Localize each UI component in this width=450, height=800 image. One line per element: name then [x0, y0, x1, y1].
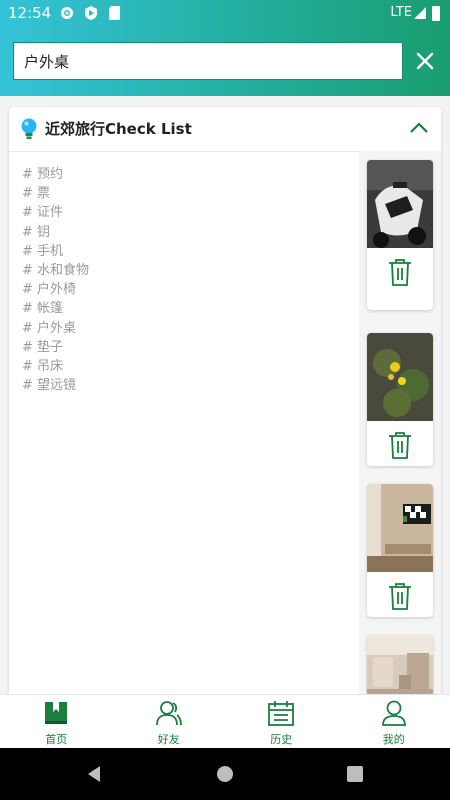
tab-label-friends: 好友 [157, 733, 180, 746]
tab-home[interactable]: 首页 [0, 695, 113, 749]
tab-profile[interactable]: 我的 [338, 695, 450, 749]
close-icon[interactable] [412, 48, 438, 74]
trash-icon[interactable] [388, 431, 412, 459]
sd-card-icon [109, 6, 120, 20]
tag-item[interactable]: # 预约 [22, 165, 352, 184]
tag-item[interactable]: # 垫子 [22, 338, 352, 357]
tag-item[interactable]: # 票 [22, 184, 352, 203]
tag-item[interactable]: # 钥 [22, 223, 352, 242]
photo-card [367, 484, 433, 617]
battery-icon [432, 6, 440, 21]
calendar-icon [268, 701, 294, 726]
tab-label-history: 历史 [270, 733, 293, 746]
status-time: 12:54 [8, 4, 52, 22]
tag-list: # 预约 # 票 # 证件 # 钥 # 手机 # 水和食物 # 户外椅 # 帐篷… [22, 165, 352, 395]
search-input[interactable] [13, 42, 403, 80]
search-header [0, 28, 450, 96]
chevron-up-icon[interactable] [409, 121, 429, 135]
yellow-flowers-photo[interactable] [367, 333, 433, 421]
play-shield-icon [85, 6, 97, 20]
bottom-tab-bar: 首页 好友 历史 我的 [0, 694, 450, 749]
photo-card [367, 333, 433, 466]
tag-item[interactable]: # 证件 [22, 203, 352, 222]
profile-icon [381, 700, 406, 726]
back-icon[interactable] [84, 764, 104, 784]
signal-icon [414, 7, 426, 19]
tag-item[interactable]: # 手机 [22, 242, 352, 261]
card-title: 近郊旅行Check List [45, 120, 192, 138]
home-book-icon [45, 702, 67, 724]
status-bar: 12:54 LTE [0, 0, 450, 28]
scooter-photo[interactable] [367, 160, 433, 248]
settings-icon [61, 7, 73, 19]
checklist-card: 近郊旅行Check List # 预约 # 票 # 证件 # 钥 # 手机 # … [9, 107, 441, 707]
photo-card [367, 160, 433, 310]
tab-label-home: 首页 [45, 733, 68, 746]
system-nav-bar [0, 748, 450, 800]
tab-history[interactable]: 历史 [225, 695, 338, 749]
lightbulb-icon [21, 118, 37, 139]
tag-item[interactable]: # 户外桌 [22, 319, 352, 338]
card-header[interactable]: 近郊旅行Check List [9, 107, 441, 152]
tag-item[interactable]: # 望远镜 [22, 376, 352, 395]
trash-icon[interactable] [388, 582, 412, 610]
network-type: LTE [390, 5, 412, 20]
tab-label-profile: 我的 [382, 733, 405, 746]
photo-gallery [359, 151, 441, 707]
tag-item[interactable]: # 吊床 [22, 357, 352, 376]
recents-icon[interactable] [345, 764, 365, 784]
tab-friends[interactable]: 好友 [113, 695, 226, 749]
tag-item[interactable]: # 户外椅 [22, 280, 352, 299]
trash-icon[interactable] [388, 258, 412, 286]
friends-icon [155, 701, 182, 726]
tag-item[interactable]: # 水和食物 [22, 261, 352, 280]
room-interior-photo[interactable] [367, 484, 433, 572]
home-icon[interactable] [215, 764, 235, 784]
tag-item[interactable]: # 帐篷 [22, 299, 352, 318]
